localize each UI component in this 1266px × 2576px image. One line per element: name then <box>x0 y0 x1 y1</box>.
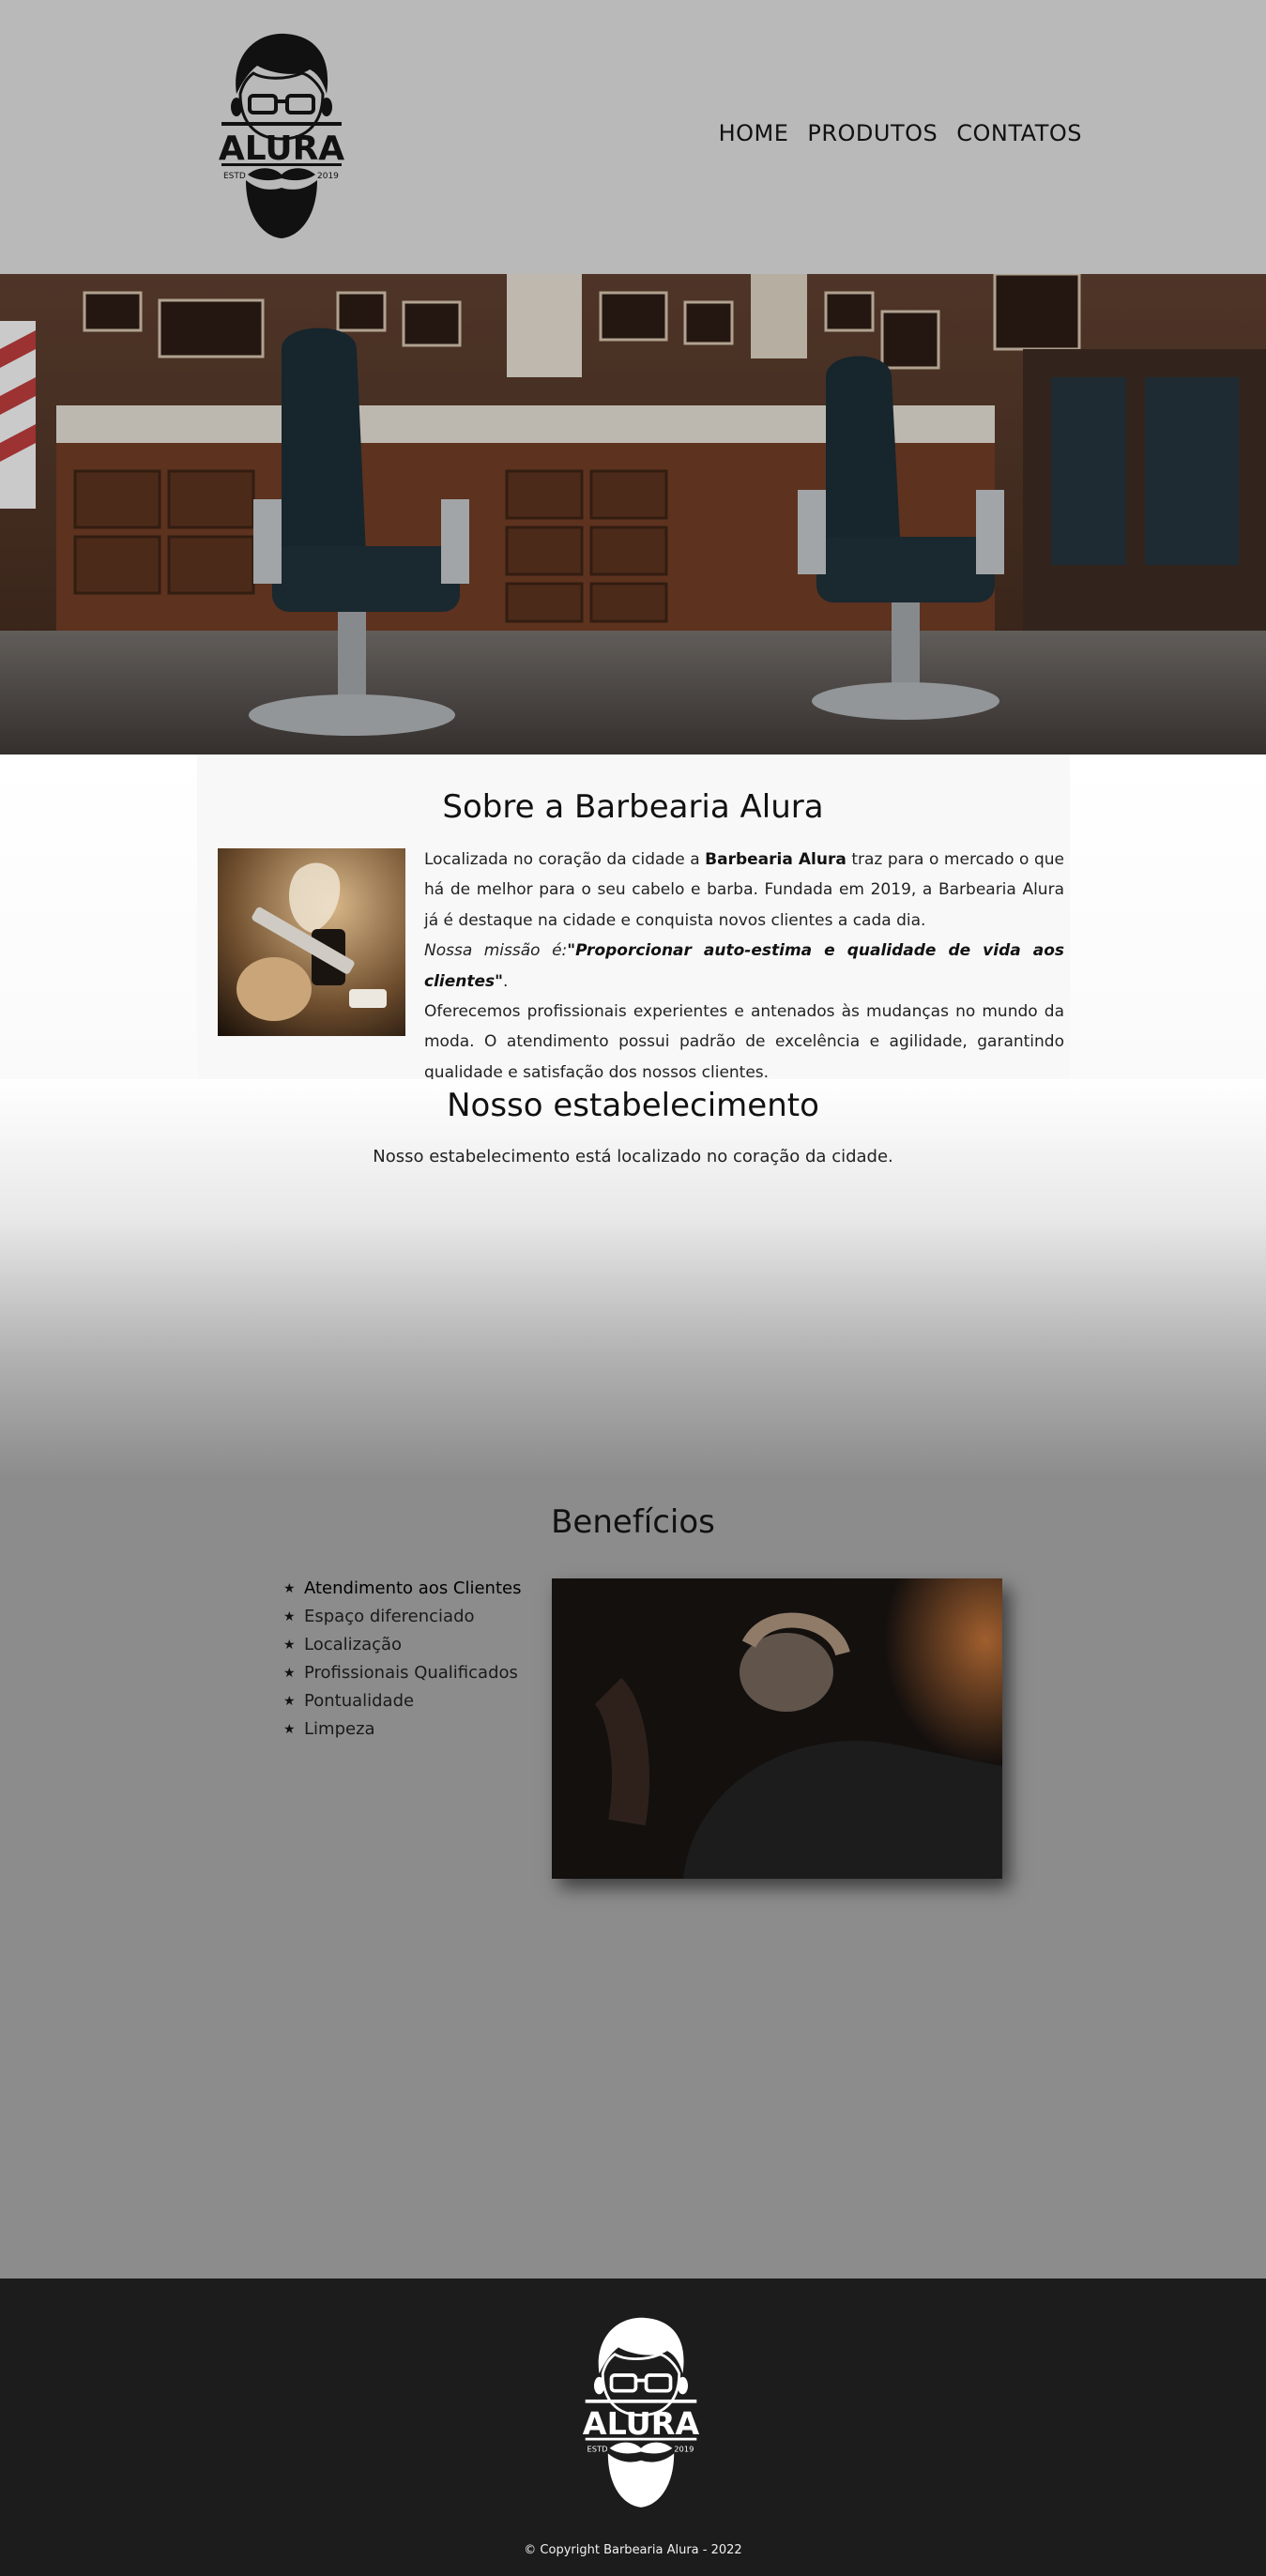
mission-label: Nossa missão é: <box>424 941 568 961</box>
barbershop-interior-image <box>0 274 1266 755</box>
estabelecimento-text: Nosso estabelecimento está localizado no… <box>373 1147 893 1166</box>
list-item: ★ Profissionais Qualificados <box>283 1659 521 1687</box>
star-icon: ★ <box>283 1694 296 1709</box>
hero-banner <box>0 274 1266 755</box>
beneficios-section: Benefícios ★ Atendimento aos Clientes ★ Es… <box>0 1477 1266 2279</box>
sobre-section: Sobre a Barbearia Alura Localizada no co… <box>0 755 1266 1082</box>
star-icon: ★ <box>283 1581 296 1596</box>
sobre-paragraph-2: Oferecemos profissionais experientes e a… <box>424 1002 1064 1082</box>
svg-text:ALURA: ALURA <box>219 130 344 168</box>
svg-text:ESTD: ESTD <box>223 172 246 181</box>
list-item: ★ Localização <box>283 1631 521 1659</box>
brand-name: Barbearia Alura <box>705 850 847 869</box>
beneficios-title: Benefícios <box>551 1503 715 1541</box>
list-item: ★ Espaço diferenciado <box>283 1603 521 1631</box>
list-item: ★ Limpeza <box>283 1715 521 1744</box>
beneficios-list: ★ Atendimento aos Clientes ★ Espaço difere… <box>283 1575 521 1744</box>
main-nav: HOME PRODUTOS CONTATOS <box>719 120 1082 146</box>
barber-shaving-image <box>552 1578 1002 1879</box>
footer-alura-logo[interactable]: ALURA ESTD 2019 <box>582 2310 700 2511</box>
sobre-title: Sobre a Barbearia Alura <box>442 788 824 826</box>
svg-text:ALURA: ALURA <box>583 2405 700 2442</box>
estabelecimento-section: Nosso estabelecimento Nosso estabelecime… <box>0 1079 1266 1477</box>
list-item: ★ Atendimento aos Clientes <box>283 1575 521 1603</box>
svg-text:ESTD: ESTD <box>587 2445 608 2454</box>
svg-text:2019: 2019 <box>317 172 339 181</box>
nav-contatos-link[interactable]: CONTATOS <box>956 120 1082 146</box>
list-item: ★ Pontualidade <box>283 1687 521 1715</box>
star-icon: ★ <box>283 1722 296 1737</box>
star-icon: ★ <box>283 1609 296 1624</box>
svg-text:2019: 2019 <box>674 2445 694 2454</box>
site-footer: ALURA ESTD 2019 © Copyright Barbearia Al… <box>0 2279 1266 2576</box>
bearded-man-logo-icon: ALURA ESTD 2019 <box>219 33 344 238</box>
nav-produtos-link[interactable]: PRODUTOS <box>807 120 938 146</box>
site-header: ALURA ESTD 2019 HOME PRODUTOS CONTATOS <box>0 0 1266 274</box>
sobre-text: Localizada no coração da cidade a Barbea… <box>424 850 1065 1082</box>
nav-home-link[interactable]: HOME <box>719 120 789 146</box>
shaving-brush-image <box>218 848 405 1036</box>
bearded-man-logo-icon: ALURA ESTD 2019 <box>583 2317 700 2507</box>
alura-logo[interactable]: ALURA ESTD 2019 <box>218 28 345 240</box>
estabelecimento-title: Nosso estabelecimento <box>447 1087 819 1124</box>
star-icon: ★ <box>283 1638 296 1653</box>
star-icon: ★ <box>283 1666 296 1681</box>
copyright-text: © Copyright Barbearia Alura - 2022 <box>524 2543 742 2557</box>
